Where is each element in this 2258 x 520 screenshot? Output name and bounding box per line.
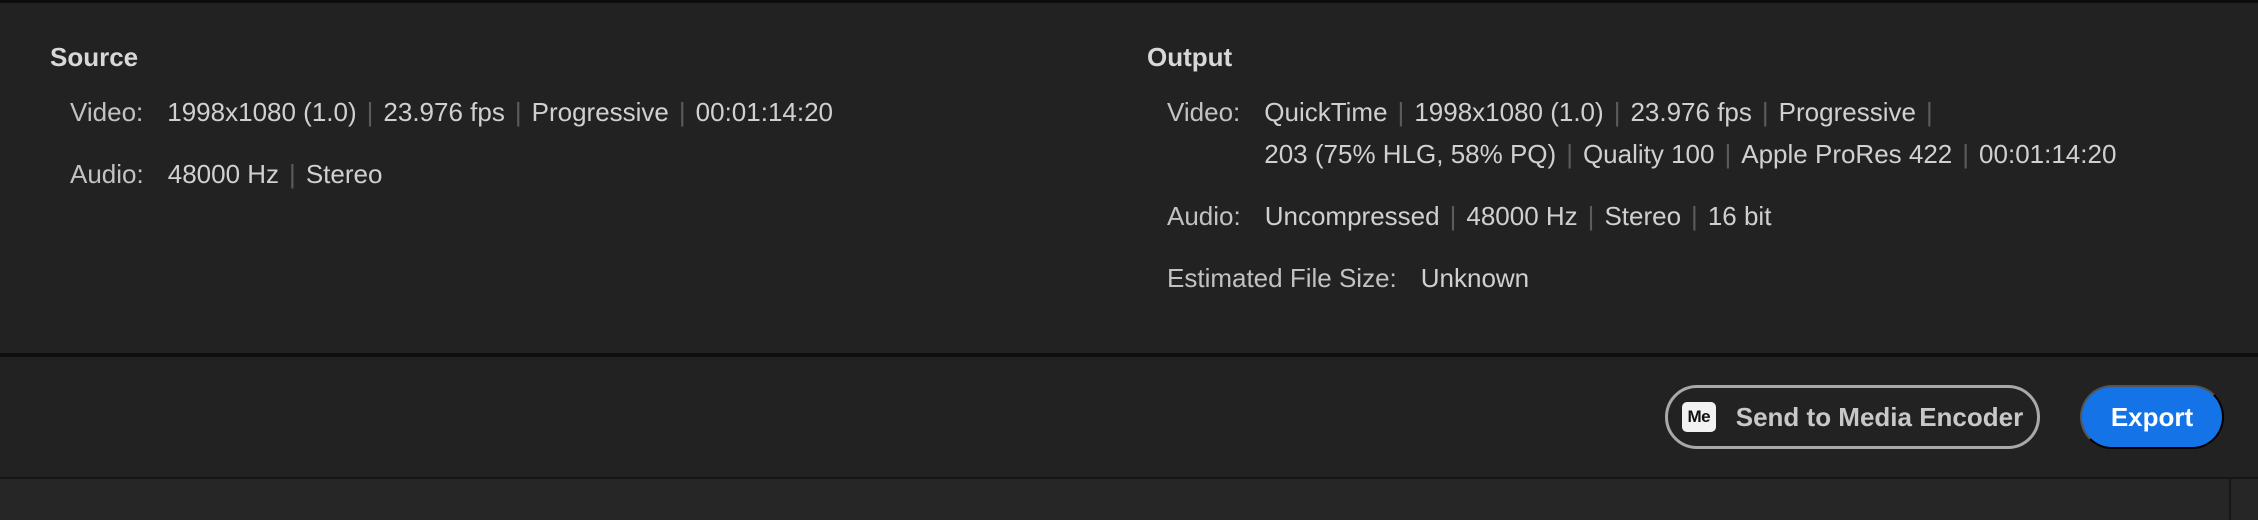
source-video-values: 1998x1080 (1.0) | 23.976 fps | Progressive | 0…	[167, 91, 833, 133]
value-item: 23.976 fps	[1630, 97, 1752, 127]
output-video-row: Video: QuickTime | 1998x1080 (1.0) | 23.976 …	[1167, 91, 2227, 175]
value-item: Stereo	[1604, 201, 1682, 231]
source-section: Source Video: 1998x1080 (1.0) | 23.976 fps…	[50, 41, 1050, 195]
value-separator: |	[1613, 97, 1621, 127]
export-summary-panel: Source Video: 1998x1080 (1.0) | 23.976 fps…	[0, 3, 2258, 353]
source-video-label: Video:	[70, 97, 144, 127]
value-item: Progressive	[1778, 97, 1916, 127]
value-separator: |	[1761, 97, 1769, 127]
file-size-value: Unknown	[1420, 263, 1530, 293]
value-separator: |	[1566, 139, 1573, 169]
value-separator: |	[1925, 97, 1933, 127]
output-audio-label: Audio:	[1167, 201, 1241, 231]
output-section: Output Video: QuickTime | 1998x1080 (1.0) |…	[1147, 41, 2227, 299]
export-button[interactable]: Export	[2080, 385, 2224, 449]
output-audio-row: Audio: Uncompressed | 48000 Hz | Stereo | 16 b…	[1167, 195, 2227, 237]
value-item: Quality 100	[1582, 139, 1715, 169]
value-separator: |	[1724, 139, 1732, 169]
source-audio-row: Audio: 48000 Hz | Stereo	[70, 153, 1050, 195]
value-separator: |	[1587, 201, 1595, 231]
value-separator: |	[1691, 201, 1698, 231]
source-audio-values: 48000 Hz | Stereo	[168, 153, 383, 195]
send-to-media-encoder-button[interactable]: Me Send to Media Encoder	[1665, 385, 2040, 449]
value-item: 00:01:14:20	[695, 97, 834, 127]
value-separator: |	[1449, 201, 1457, 231]
export-label: Export	[2110, 401, 2194, 432]
source-video-row: Video: 1998x1080 (1.0) | 23.976 fps | Progre…	[70, 91, 1050, 133]
value-item: 00:01:14:20	[1979, 139, 2117, 169]
output-video-label: Video:	[1167, 97, 1241, 127]
file-size-label: Estimated File Size:	[1167, 263, 1397, 293]
value-item: Progressive	[531, 97, 669, 127]
value-separator: |	[1397, 97, 1405, 127]
value-item: Apple ProRes 422	[1741, 139, 1953, 169]
value-item: 1998x1080 (1.0)	[167, 97, 357, 127]
value-item: 23.976 fps	[383, 97, 505, 127]
value-item: 48000 Hz	[167, 159, 280, 189]
value-separator: |	[514, 97, 522, 127]
value-item: QuickTime	[1264, 97, 1388, 127]
value-separator: |	[1962, 139, 1970, 169]
value-separator: |	[366, 97, 374, 127]
value-item: 48000 Hz	[1466, 201, 1578, 231]
send-to-media-encoder-label: Send to Media Encoder	[1735, 401, 2024, 432]
value-item: Uncompressed	[1264, 201, 1440, 231]
value-item: 1998x1080 (1.0)	[1414, 97, 1604, 127]
source-title: Source	[50, 42, 139, 72]
media-encoder-icon: Me	[1681, 402, 1716, 432]
value-item: 16 bit	[1707, 201, 1772, 231]
output-file-size-row: Estimated File Size: Unknown	[1167, 257, 2227, 299]
bottom-strip-separator	[2229, 479, 2231, 520]
value-separator: |	[678, 97, 686, 127]
value-separator: |	[289, 159, 296, 189]
source-audio-label: Audio:	[70, 159, 144, 189]
bottom-strip	[0, 479, 2258, 520]
output-video-values: QuickTime | 1998x1080 (1.0) | 23.976 fps | Pro…	[1264, 91, 2164, 175]
output-title: Output	[1147, 42, 1233, 72]
output-audio-values: Uncompressed | 48000 Hz | Stereo | 16 bit	[1265, 195, 1772, 237]
value-item: 203 (75% HLG, 58% PQ)	[1264, 139, 1557, 169]
value-item: Stereo	[305, 159, 383, 189]
